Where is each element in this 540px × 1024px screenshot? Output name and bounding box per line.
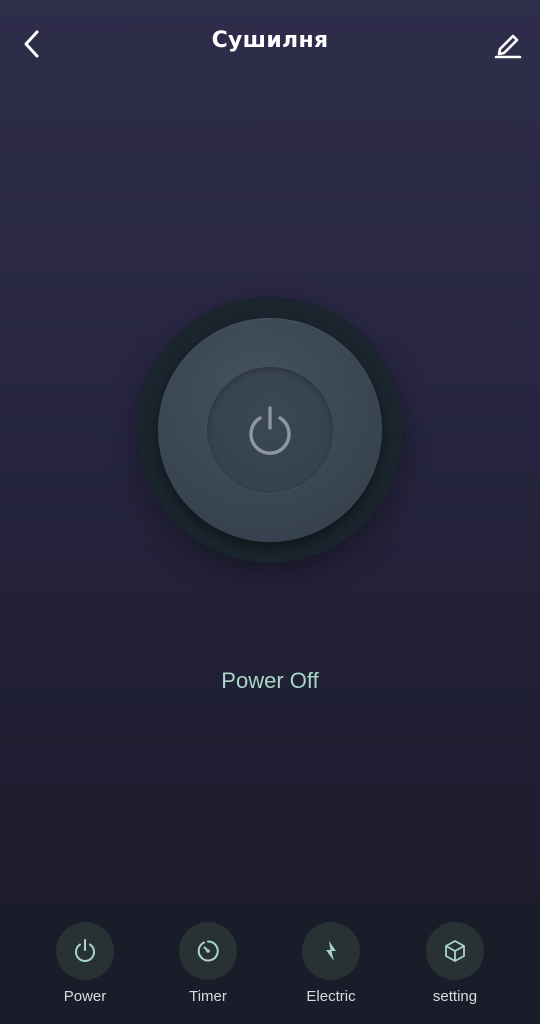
nav-timer-button[interactable] xyxy=(179,922,237,980)
nav-power-label: Power xyxy=(63,988,107,1005)
power-dial xyxy=(138,298,402,562)
nav-electric[interactable]: Electric xyxy=(281,922,381,1005)
power-icon xyxy=(249,406,291,455)
nav-power-button[interactable] xyxy=(56,922,114,980)
cube-icon xyxy=(445,940,465,962)
nav-electric-label: Electric xyxy=(306,988,356,1005)
nav-electric-button[interactable] xyxy=(302,922,360,980)
nav-timer[interactable]: Timer xyxy=(158,922,258,1005)
nav-setting-button[interactable] xyxy=(426,922,484,980)
header: Сушилня xyxy=(0,0,540,90)
pencil-icon xyxy=(494,34,522,59)
power-button[interactable] xyxy=(158,318,382,542)
timer-icon xyxy=(197,940,219,962)
nav-setting[interactable]: setting xyxy=(405,922,505,1005)
power-button-center xyxy=(207,367,333,493)
page-title: Сушилня xyxy=(211,28,329,53)
power-icon xyxy=(75,939,95,962)
lightning-icon xyxy=(326,941,336,961)
nav-setting-label: setting xyxy=(432,988,478,1005)
edit-button[interactable] xyxy=(490,26,526,62)
nav-timer-label: Timer xyxy=(189,988,227,1005)
power-status: Power Off xyxy=(221,668,319,693)
bottom-nav: Power Timer Electric setting xyxy=(0,902,540,1024)
nav-power[interactable]: Power xyxy=(35,922,135,1005)
